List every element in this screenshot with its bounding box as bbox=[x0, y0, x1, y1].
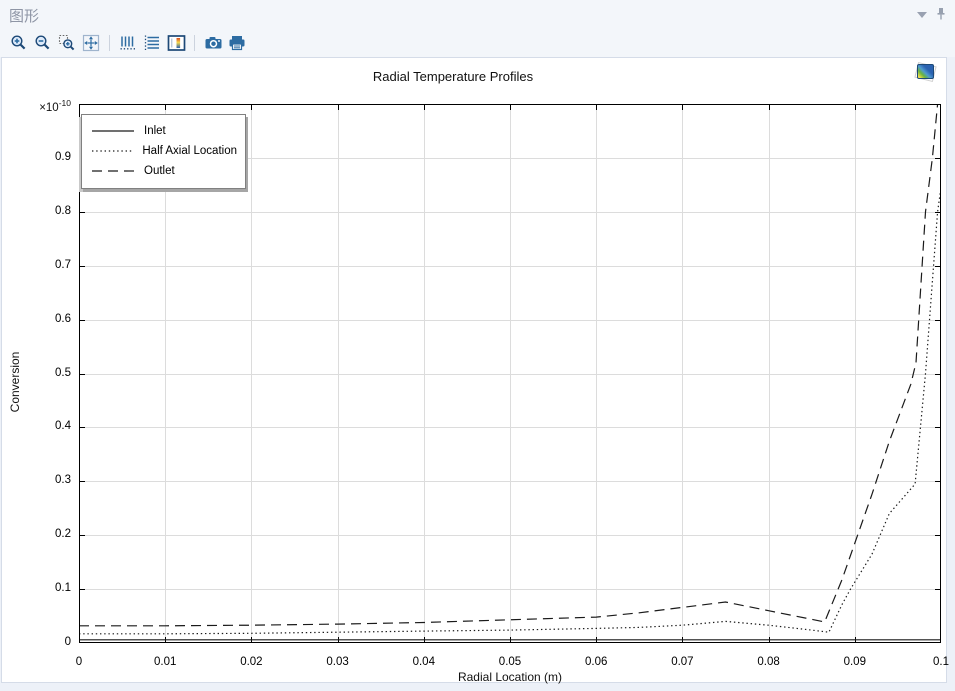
x-tick-label: 0.1 bbox=[933, 656, 949, 668]
legend-line-sample-solid bbox=[92, 130, 134, 132]
x-tick-label: 0.05 bbox=[498, 656, 522, 668]
x-tick-label: 0.04 bbox=[412, 656, 435, 668]
print-icon[interactable] bbox=[225, 32, 249, 54]
zoom-extents-icon[interactable] bbox=[79, 32, 103, 54]
y-tick-label: 0.6 bbox=[55, 312, 71, 325]
x-tick-label: 0.09 bbox=[843, 656, 866, 668]
chevron-down-icon[interactable] bbox=[917, 12, 927, 18]
y-tick-label: 0 bbox=[64, 636, 71, 648]
y-tick-label: 0.7 bbox=[55, 258, 71, 271]
window-header: 图形 bbox=[0, 0, 955, 28]
legend-line-sample-dashed bbox=[92, 170, 134, 172]
legend-item: Outlet bbox=[90, 161, 237, 181]
zoom-in-icon[interactable] bbox=[7, 32, 31, 54]
graphics-toolbar bbox=[0, 28, 955, 57]
legend-item: Inlet bbox=[90, 121, 237, 141]
y-axis-grid-icon[interactable] bbox=[140, 32, 164, 54]
color-legend-icon[interactable] bbox=[164, 32, 188, 54]
legend-line-sample-dotted bbox=[92, 150, 134, 152]
x-tick-label: 0.07 bbox=[671, 656, 694, 668]
legend-item: Half Axial Location bbox=[90, 141, 237, 161]
plot-panel: Radial Temperature Profiles ×10-10 Inlet… bbox=[1, 57, 949, 684]
zoom-out-icon[interactable] bbox=[31, 32, 55, 54]
x-tick-label: 0.01 bbox=[153, 656, 177, 668]
y-tick-label: 0.2 bbox=[55, 528, 71, 541]
y-axis-multiplier: ×10-10 bbox=[39, 98, 71, 114]
pin-icon[interactable] bbox=[935, 7, 947, 21]
x-tick-label: 0 bbox=[75, 656, 83, 668]
y-tick-label: 0.8 bbox=[55, 204, 71, 217]
legend-label: Half Axial Location bbox=[142, 145, 237, 157]
plot-thumbnail-front bbox=[917, 64, 934, 79]
y-tick-label: 0.5 bbox=[55, 366, 71, 379]
y-axis-label: Conversion bbox=[8, 351, 22, 413]
y-tick-label: 0.3 bbox=[55, 474, 71, 487]
x-tick-label: 0.03 bbox=[326, 656, 349, 668]
chart-legend: Inlet Half Axial Location Outlet bbox=[81, 114, 246, 189]
graphics-window: 图形 Radial Temperature Profiles ×10-10 In… bbox=[0, 0, 955, 691]
x-tick-label: 0.02 bbox=[240, 656, 263, 668]
toolbar-separator bbox=[194, 34, 195, 51]
y-tick-label: 0.1 bbox=[55, 582, 71, 595]
y-tick-label: 0.9 bbox=[55, 150, 71, 163]
x-axis-grid-icon[interactable] bbox=[116, 32, 140, 54]
window-title: 图形 bbox=[9, 8, 40, 25]
zoom-box-icon[interactable] bbox=[55, 32, 79, 54]
x-axis-label: Radial Location (m) bbox=[457, 670, 563, 684]
legend-label: Inlet bbox=[144, 125, 166, 137]
legend-label: Outlet bbox=[144, 165, 175, 177]
image-snapshot-icon[interactable] bbox=[201, 32, 225, 54]
toolbar-separator bbox=[109, 34, 110, 51]
y-tick-label: 0.4 bbox=[55, 420, 71, 433]
chart-title: Radial Temperature Profiles bbox=[372, 69, 534, 84]
plot-thumbnail-button[interactable] bbox=[914, 61, 937, 83]
x-tick-label: 0.08 bbox=[757, 656, 780, 668]
x-tick-label: 0.06 bbox=[584, 656, 608, 668]
